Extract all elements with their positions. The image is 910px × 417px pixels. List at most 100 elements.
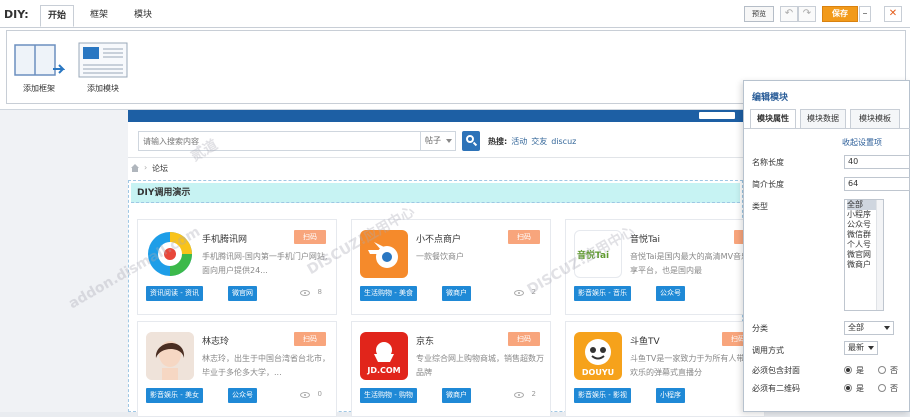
breadcrumb-item[interactable]: 论坛 (152, 163, 168, 174)
chevron-down-icon (446, 139, 452, 143)
call-mode-select[interactable]: 最新 (844, 341, 878, 355)
app-card[interactable]: DOUYU 斗鱼TV 扫码 斗鱼TV是一家致力于为所有人带来欢乐的弹幕式直播分 … (565, 321, 765, 417)
call-mode-value: 最新 (848, 343, 864, 352)
tab-frame[interactable]: 框架 (84, 5, 114, 27)
category-tag[interactable]: 资讯阅读 - 资讯 (146, 286, 203, 301)
app-desc: 手机腾讯网-国内第一手机门户网站,面向用户提供24... (202, 252, 328, 275)
tool-label: 添加框架 (23, 84, 55, 93)
eye-icon (514, 392, 524, 398)
app-name[interactable]: 手机腾讯网 (202, 232, 247, 245)
must-cover-no-radio[interactable] (878, 366, 886, 374)
tool-label: 添加模块 (87, 84, 119, 93)
diy-label: DIY: (4, 8, 29, 21)
hot-word[interactable]: 活动 (511, 137, 527, 146)
avatar (146, 332, 194, 380)
type-tag[interactable]: 公众号 (228, 388, 257, 403)
tab-start[interactable]: 开始 (40, 5, 74, 27)
must-qr-no-radio[interactable] (878, 384, 886, 392)
category-select[interactable]: 全部 (844, 321, 894, 335)
type-tag[interactable]: 微官网 (228, 286, 257, 301)
scan-button[interactable]: 扫码 (294, 332, 326, 346)
must-cover-yes-radio[interactable] (844, 366, 852, 374)
eye-icon (514, 290, 524, 296)
scrollbar[interactable] (876, 200, 883, 310)
must-cover-label: 必须包含封面 (752, 366, 800, 375)
must-qr-yes-radio[interactable] (844, 384, 852, 392)
app-desc: 林志玲，出生于中国台湾省台北市，毕业于多伦多大学，... (202, 354, 330, 377)
tab-module-props[interactable]: 模块属性 (750, 109, 796, 129)
save-menu-button[interactable] (859, 6, 871, 22)
tab-module-template[interactable]: 模块模板 (850, 109, 900, 129)
app-card[interactable]: 手机腾讯网 扫码 手机腾讯网-国内第一手机门户网站,面向用户提供24... 资讯… (137, 219, 337, 315)
app-card[interactable]: JD.COM 京东 扫码 专业综合网上购物商城，销售超数万品牌 生活购物 - 购… (351, 321, 551, 417)
radio-label: 是 (856, 366, 864, 375)
search-type-select[interactable]: 帖子 (420, 131, 456, 151)
tab-module[interactable]: 模块 (126, 5, 160, 27)
type-tag[interactable]: 公众号 (656, 286, 685, 301)
user-box[interactable] (699, 112, 735, 119)
radio-label: 否 (890, 366, 898, 375)
app-name[interactable]: 小不点商户 (416, 232, 461, 245)
tab-divider (744, 128, 910, 129)
view-count: 0 (317, 390, 322, 398)
tab-module-data[interactable]: 模块数据 (800, 109, 846, 129)
category-tag[interactable]: 生活购物 - 美食 (360, 286, 417, 301)
app-card[interactable]: 音悦Tai 音悦Tai 扫码 音悦Tai是国内最大的高清MV音乐分享平台，也是国… (565, 219, 766, 315)
eye-icon (300, 290, 310, 296)
add-module-button[interactable]: 添加模块 (77, 41, 129, 94)
search-input[interactable] (138, 131, 420, 151)
preview-button[interactable]: 预览 (744, 6, 774, 22)
app-name[interactable]: 斗鱼TV (630, 334, 660, 347)
intro-length-input[interactable]: 64 (844, 177, 910, 191)
tab-divider (0, 27, 910, 28)
type-tag[interactable]: 微商户 (442, 286, 471, 301)
diy-block[interactable]: DIY调用演示 手机腾讯网 扫码 手机腾讯网-国内第一手机门户网站,面向用户提供… (128, 180, 766, 417)
call-mode-label: 调用方式 (752, 346, 784, 355)
category-tag[interactable]: 影音娱乐 - 音乐 (574, 286, 631, 301)
hot-word[interactable]: discuz (551, 137, 576, 146)
name-length-input[interactable]: 40 (844, 155, 910, 169)
breadcrumb-separator: › (144, 163, 148, 172)
home-icon[interactable] (130, 163, 140, 173)
app-name[interactable]: 京东 (416, 334, 434, 347)
save-button[interactable]: 保存 (822, 6, 858, 22)
eye-icon (300, 392, 310, 398)
app-desc: 专业综合网上购物商城，销售超数万品牌 (416, 354, 544, 377)
app-name[interactable]: 林志玲 (202, 334, 229, 347)
radio-label: 是 (856, 384, 864, 393)
intro-length-label: 简介长度 (752, 180, 784, 189)
redo-icon[interactable]: ↷ (798, 6, 816, 22)
radio-label: 否 (890, 384, 898, 393)
scan-button[interactable]: 扫码 (294, 230, 326, 244)
scan-button[interactable]: 扫码 (508, 332, 540, 346)
type-label: 类型 (752, 202, 768, 211)
type-multiselect[interactable]: 全部 小程序 公众号 微信群 个人号 微官网 微商户 (844, 199, 884, 311)
type-tag[interactable]: 小程序 (656, 388, 685, 403)
douyu-logo-text: DOUYU (581, 368, 615, 377)
close-icon[interactable]: ✕ (884, 6, 902, 22)
view-count: 8 (317, 288, 322, 296)
search-button[interactable] (462, 131, 480, 151)
undo-icon[interactable]: ↶ (780, 6, 798, 22)
add-frame-button[interactable]: 添加框架 (13, 41, 66, 94)
app-desc: 斗鱼TV是一家致力于为所有人带来欢乐的弹幕式直播分 (630, 354, 753, 377)
scan-button[interactable]: 扫码 (508, 230, 540, 244)
category-tag[interactable]: 影音娱乐 - 影视 (574, 388, 631, 403)
app-card[interactable]: 林志玲 扫码 林志玲，出生于中国台湾省台北市，毕业于多伦多大学，... 影音娱乐… (137, 321, 337, 417)
view-count: 2 (531, 288, 536, 296)
blender-logo (360, 230, 408, 278)
hot-word[interactable]: 交友 (531, 137, 547, 146)
add-module-icon (77, 41, 129, 79)
type-tag[interactable]: 微商户 (442, 388, 471, 403)
collapse-settings-link[interactable]: 收起设置项 (842, 137, 882, 148)
name-length-label: 名称长度 (752, 158, 784, 167)
chevron-down-icon (868, 346, 874, 350)
category-tag[interactable]: 生活购物 - 购物 (360, 388, 417, 403)
app-card[interactable]: 小不点商户 扫码 一款餐饮商户 生活购物 - 美食 微商户 2 (351, 219, 551, 315)
category-tag[interactable]: 影音娱乐 - 美女 (146, 388, 203, 403)
search-type-value: 帖子 (425, 136, 441, 145)
category-label: 分类 (752, 324, 768, 333)
must-qr-label: 必须有二维码 (752, 384, 800, 393)
app-name[interactable]: 音悦Tai (630, 232, 660, 245)
add-frame-icon (13, 41, 66, 79)
